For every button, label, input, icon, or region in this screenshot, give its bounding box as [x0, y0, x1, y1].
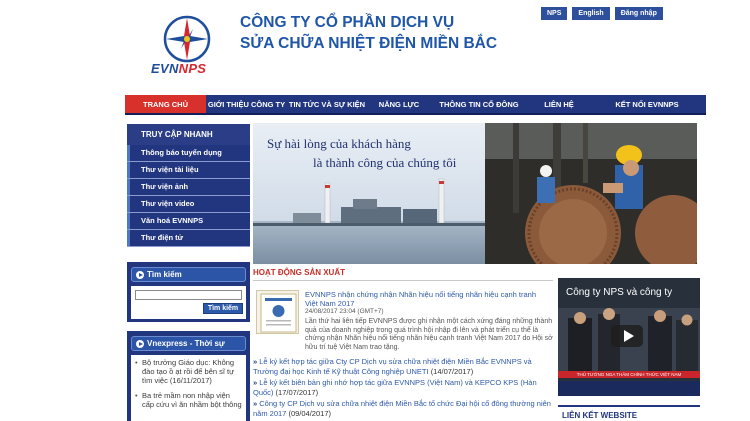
vnexpress-news-item[interactable]: Bộ trưởng Giáo dục: Không đào tạo ồ ạt r… — [135, 358, 242, 385]
banner-slogan-line1: Sự hài lòng của khách hàng — [267, 136, 411, 151]
section-title-production: HOẠT ĐỘNG SẢN XUẤT — [253, 268, 553, 281]
quick-link-email[interactable]: Thư điện tử — [127, 230, 250, 247]
english-link[interactable]: English — [572, 7, 610, 20]
arrow-circle-icon — [136, 270, 144, 279]
nps-link[interactable]: NPS — [541, 7, 568, 20]
quick-link-photos[interactable]: Thư viện ảnh — [127, 179, 250, 196]
search-button[interactable]: Tìm kiếm — [203, 303, 243, 314]
play-icon[interactable] — [611, 325, 643, 347]
login-link[interactable]: Đăng nhập — [614, 7, 663, 20]
banner-slogan: Sự hài lòng của khách hàng là thành công… — [267, 134, 456, 172]
featured-news-title[interactable]: EVNNPS nhận chứng nhận Nhãn hiệu nổi tiế… — [305, 290, 550, 308]
vnexpress-panel-title: Vnexpress - Thời sự — [131, 336, 246, 351]
double-arrow-icon: » — [253, 399, 258, 408]
vnexpress-news-item[interactable]: Ba trẻ mầm non nhập viện cấp cứu vì ăn n… — [135, 391, 242, 409]
website-links-title: LIÊN KẾT WEBSITE — [558, 405, 700, 420]
hero-banner: Sự hài lòng của khách hàng là thành công… — [253, 123, 697, 264]
company-name-line1: CÔNG TY CỔ PHẦN DỊCH VỤ — [240, 14, 455, 31]
news-link-item[interactable]: » Lễ ký kết hợp tác giữa Cty CP Dịch vụ … — [253, 357, 553, 376]
featured-news-summary: Lần thứ hai liên tiếp EVNNPS được ghi nh… — [305, 318, 553, 351]
double-arrow-icon: » — [253, 357, 258, 366]
company-name: CÔNG TY CỔ PHẦN DỊCH VỤ SỬA CHỮA NHIỆT Đ… — [240, 12, 497, 54]
menu-item-capacity[interactable]: NĂNG LỰC — [367, 95, 431, 113]
search-panel-title: Tìm kiếm — [131, 267, 246, 282]
video-title: Công ty NPS và công ty — [566, 287, 673, 298]
vnexpress-panel: Vnexpress - Thời sự Bộ trưởng Giáo dục: … — [127, 331, 250, 421]
menu-item-home[interactable]: TRANG CHỦ — [125, 95, 206, 113]
main-menu: TRANG CHỦ GIỚI THIỆU CÔNG TY TIN TỨC VÀ … — [125, 95, 706, 115]
quick-link-documents[interactable]: Thư viện tài liệu — [127, 162, 250, 179]
logo-text: EVNNPS — [151, 61, 207, 76]
quick-access-panel: TRUY CẬP NHANH Thông báo tuyển dụng Thư … — [127, 124, 250, 247]
banner-slogan-line2: là thành công của chúng tôi — [313, 155, 457, 170]
quick-access-title: TRUY CẬP NHANH — [127, 124, 250, 145]
quick-link-recruitment[interactable]: Thông báo tuyển dụng — [127, 145, 250, 162]
video-caption: THỦ TƯỚNG NGA THĂM CHÍNH THỨC VIỆT NAM — [558, 371, 700, 378]
top-links: NPS English Đăng nhập — [541, 7, 664, 20]
news-thumbnail[interactable] — [256, 290, 299, 334]
menu-item-about[interactable]: GIỚI THIỆU CÔNG TY — [206, 95, 287, 113]
search-panel: Tìm kiếm Tìm kiếm — [127, 262, 250, 322]
menu-item-shareholders[interactable]: THÔNG TIN CỔ ĐÔNG — [431, 95, 527, 113]
menu-item-contact[interactable]: LIÊN HỆ — [527, 95, 591, 113]
quick-link-videos[interactable]: Thư viện video — [127, 196, 250, 213]
menu-item-connect[interactable]: KẾT NỐI EVNNPS — [591, 95, 703, 113]
arrow-circle-icon — [136, 339, 144, 348]
quick-link-culture[interactable]: Văn hoá EVNNPS — [127, 213, 250, 230]
news-link-item[interactable]: » Công ty CP Dịch vụ sửa chữa nhiệt điện… — [253, 399, 553, 418]
video-player[interactable]: Công ty NPS và công ty THỦ TƯỚNG NGA THĂ… — [558, 278, 700, 396]
menu-item-news[interactable]: TIN TỨC VÀ SỰ KIỆN — [287, 95, 367, 113]
featured-news-date: 24/08/2017 23:04 (GMT+7) — [305, 308, 384, 315]
news-link-list: » Lễ ký kết hợp tác giữa Cty CP Dịch vụ … — [253, 357, 553, 420]
company-name-line2: SỬA CHỮA NHIỆT ĐIỆN MIỀN BẮC — [240, 35, 498, 52]
double-arrow-icon: » — [253, 378, 258, 387]
search-input[interactable] — [135, 290, 242, 300]
news-link-item[interactable]: » Lễ ký kết biên bản ghi nhớ hợp tác giữ… — [253, 378, 553, 397]
